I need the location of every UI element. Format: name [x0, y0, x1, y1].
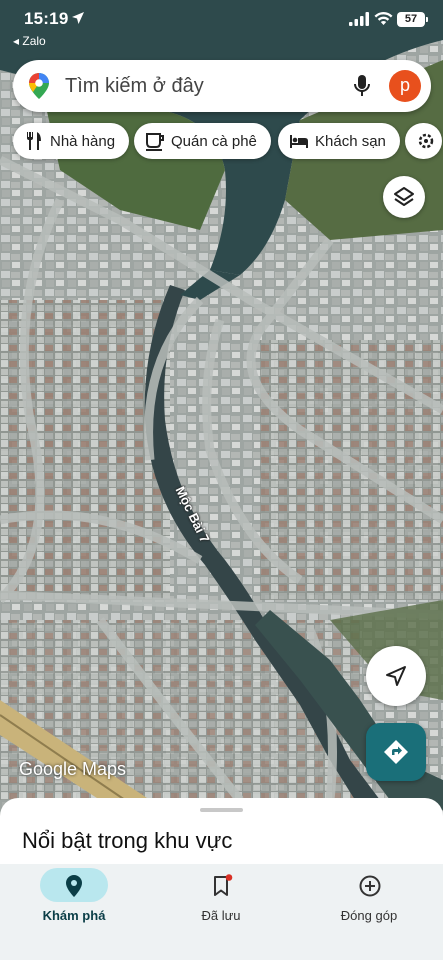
- cellular-signal-icon: [349, 12, 369, 26]
- sheet-title: Nổi bật trong khu vực: [22, 828, 233, 853]
- search-bar[interactable]: Tìm kiếm ở đây p: [13, 60, 431, 112]
- tab-explore-label: Khám phá: [42, 908, 106, 923]
- explore-pin-icon: [66, 875, 82, 897]
- more-icon: [418, 133, 434, 149]
- tab-saved[interactable]: Đã lưu: [161, 864, 281, 960]
- status-time: 15:19: [24, 9, 69, 28]
- chip-label: Khách sạn: [315, 132, 386, 150]
- bookmark-icon: [214, 874, 233, 896]
- tab-saved-label: Đã lưu: [201, 908, 241, 923]
- fork-knife-icon: [27, 132, 41, 150]
- add-circle-icon: [359, 875, 381, 897]
- microphone-icon[interactable]: [353, 74, 371, 98]
- my-location-button[interactable]: [366, 646, 426, 706]
- google-maps-logo-icon: [29, 73, 49, 99]
- google-maps-watermark: Google Maps: [19, 759, 127, 779]
- directions-icon: [384, 740, 408, 764]
- tab-contribute[interactable]: Đóng góp: [309, 864, 429, 960]
- chip-label: Nhà hàng: [50, 132, 116, 150]
- coffee-cup-icon: [146, 133, 164, 151]
- chip-more[interactable]: [405, 123, 442, 159]
- chip-restaurants[interactable]: Nhà hàng: [13, 123, 130, 159]
- bottom-sheet[interactable]: Nổi bật trong khu vực: [0, 798, 443, 868]
- directions-button[interactable]: [366, 723, 426, 781]
- avatar[interactable]: p: [389, 70, 421, 102]
- wifi-icon: [374, 11, 393, 25]
- tab-explore[interactable]: Khám phá: [14, 864, 134, 960]
- bed-icon: [290, 135, 308, 148]
- tab-contribute-label: Đóng góp: [340, 908, 398, 923]
- battery-indicator: 57: [397, 12, 428, 27]
- status-bar: 15:19 ◂ Zalo 57: [0, 0, 443, 52]
- layers-icon: [394, 187, 414, 206]
- location-arrow-icon: [72, 12, 84, 24]
- search-input[interactable]: Tìm kiếm ở đây: [65, 75, 204, 98]
- chip-hotels[interactable]: Khách sạn: [278, 123, 400, 159]
- sheet-drag-handle[interactable]: [200, 808, 243, 812]
- navigation-arrow-icon: [386, 666, 406, 686]
- chip-label: Quán cà phê: [171, 132, 257, 150]
- layers-button[interactable]: [383, 176, 425, 218]
- chip-cafes[interactable]: Quán cà phê: [134, 123, 271, 159]
- back-to-app-link[interactable]: ◂ Zalo: [13, 34, 46, 48]
- bottom-navigation: Khám phá Đã lưu Đóng góp: [0, 864, 443, 960]
